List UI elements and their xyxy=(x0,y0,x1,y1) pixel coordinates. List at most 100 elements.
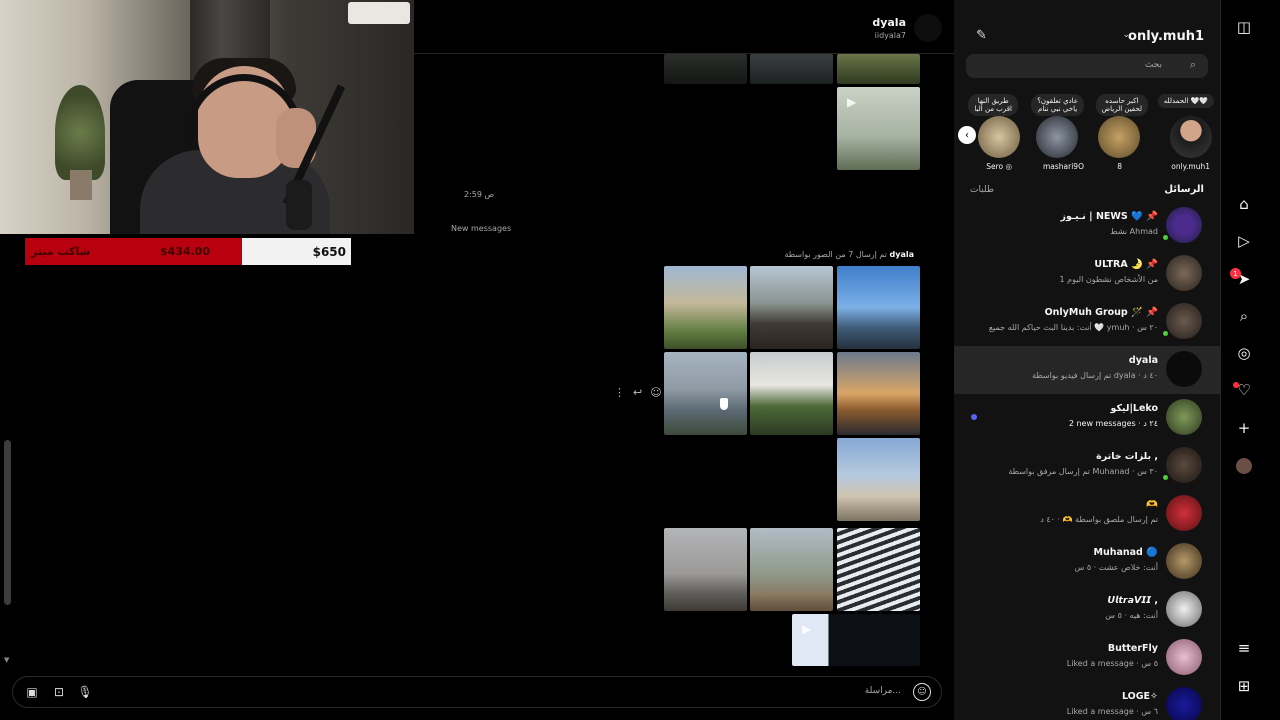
note-bubble: اكبر حاسده لحفين الرياض xyxy=(1095,94,1148,117)
conversation-item[interactable]: 🫶 تم إرسال ملصق بواسطة 🫶 · ٤٠ د xyxy=(954,490,1220,538)
search-icon[interactable]: ⌕ xyxy=(1235,307,1253,325)
avatar xyxy=(1166,591,1202,627)
grid-icon[interactable]: ⊞ xyxy=(1235,677,1253,695)
conversation-name: نـيـوز | NEWS 💙 📌 xyxy=(1060,211,1159,222)
conversation-item[interactable]: LOGE✧ Liked a message · ٦ س xyxy=(954,682,1220,720)
conversation-name: dyala xyxy=(1128,355,1158,366)
reels-icon[interactable]: ▷ xyxy=(1235,232,1253,250)
donation-progress: شاكت ميتر $434.00 xyxy=(25,238,242,265)
conversation-item[interactable]: OnlyMuh Group 🪄 📌 أنت: بدينا البث حياكم … xyxy=(954,298,1220,346)
conversation-item[interactable]: ليكو|Leko 2 new messages · ٢٤ د xyxy=(954,394,1220,442)
chat-photo[interactable] xyxy=(837,438,920,521)
chat-photo[interactable] xyxy=(750,352,833,435)
note-username: Sero ◎ xyxy=(986,162,1012,171)
account-switcher[interactable]: only.muh1 xyxy=(1128,29,1204,44)
note-bubble: الحمدلله 🤍🤍 xyxy=(1157,94,1214,109)
chat-photo[interactable] xyxy=(664,54,747,84)
donation-goal-amount: $650 xyxy=(312,244,346,259)
conversation-name: ButterFly xyxy=(1107,643,1158,654)
instagram-icon[interactable]: ◫ xyxy=(1235,18,1253,36)
conversation-item[interactable]: بلزات خاترة , تم إرسال مرفق بواسطة Muhan… xyxy=(954,442,1220,490)
chat-video[interactable]: ▶ xyxy=(792,614,920,666)
tab-requests[interactable]: طلبات xyxy=(970,185,994,195)
conversation-name: OnlyMuh Group 🪄 📌 xyxy=(1044,307,1158,318)
notification-dot xyxy=(1233,382,1239,388)
online-indicator xyxy=(1161,329,1170,338)
emoji-icon[interactable]: ☺ xyxy=(913,683,931,701)
new-message-icon[interactable]: ✎ xyxy=(976,28,992,44)
chat-photo[interactable] xyxy=(837,54,920,84)
avatar xyxy=(1166,399,1202,435)
message-input[interactable]: مراسلة... xyxy=(865,686,901,696)
reply-icon[interactable]: ↩ xyxy=(633,386,642,399)
avatar xyxy=(978,116,1020,158)
avatar xyxy=(1166,639,1202,675)
chat-contact-avatar[interactable] xyxy=(914,14,942,42)
microphone-icon[interactable]: 🎙 xyxy=(77,684,93,700)
menu-icon[interactable]: ≡ xyxy=(1235,639,1253,657)
donation-amount: $434.00 xyxy=(159,245,210,258)
search-placeholder: بحث xyxy=(1144,60,1162,70)
chat-photo[interactable] xyxy=(837,528,920,611)
chat-photo[interactable] xyxy=(750,266,833,349)
conversation-item[interactable]: Muhanad 🔵 أنت: خلاص عشت · ٥ س xyxy=(954,538,1220,586)
conversation-item[interactable]: 𝙐𝙡𝙩𝙧𝙖𝙑𝙄𝙄 , أنت: هيه · ٥ س xyxy=(954,586,1220,634)
chat-photo[interactable] xyxy=(664,266,747,349)
unread-dot xyxy=(971,414,977,420)
more-options-icon[interactable]: ⋮ xyxy=(614,386,625,399)
chat-photo[interactable] xyxy=(664,528,747,611)
conversation-preview: أنت: خلاص عشت · ٥ س xyxy=(1074,563,1158,572)
compass-icon[interactable]: ◎ xyxy=(1235,344,1253,362)
tab-messages[interactable]: الرسائل xyxy=(1164,184,1204,195)
messages-badge: 1 xyxy=(1230,268,1241,279)
profile-avatar[interactable] xyxy=(1236,458,1252,474)
conversation-preview: تم إرسال ملصق بواسطة 🫶 · ٤٠ د xyxy=(1040,515,1158,524)
chevron-left-icon[interactable]: ‹ xyxy=(958,126,976,144)
conversation-item-active[interactable]: dyala تم إرسال فيديو بواسطة dyala · ٤٠ د xyxy=(954,346,1220,394)
plus-icon[interactable]: + xyxy=(1235,419,1253,437)
conversation-preview: تم إرسال مرفق بواسطة Muhanad · ٣٠ س xyxy=(1008,467,1158,476)
conversation-preview: نشط Ahmad xyxy=(1110,227,1158,236)
sent-photos-note: تم إرسال 7 من الصور بواسطة dyala xyxy=(784,250,914,259)
online-indicator xyxy=(1161,233,1170,242)
note-bubble: عادي تعلقون؟ ياخي نبي ننام xyxy=(1031,94,1084,117)
chat-photo[interactable] xyxy=(664,352,747,435)
avatar xyxy=(1166,207,1202,243)
home-icon[interactable]: ⌂ xyxy=(1235,195,1253,213)
conversation-item[interactable]: نـيـوز | NEWS 💙 📌 نشط Ahmad xyxy=(954,202,1220,250)
avatar xyxy=(1170,116,1212,158)
donation-goal-bar: شاكت ميتر $434.00 $650 xyxy=(25,238,351,265)
chat-photo[interactable] xyxy=(837,266,920,349)
note-bubble: طريق النها اقرب من البا xyxy=(968,94,1018,117)
chat-contact-name[interactable]: dyala xyxy=(872,16,906,29)
react-emoji-icon[interactable]: ☺ xyxy=(650,386,661,399)
message-actions: ⋮ ↩ ☺ xyxy=(614,386,662,399)
note-username: 8 xyxy=(1117,162,1122,171)
image-icon[interactable]: ⊡ xyxy=(51,684,67,700)
chat-photo[interactable] xyxy=(837,352,920,435)
donation-label: شاكت ميتر xyxy=(31,245,91,258)
inbox-panel: ✎ ⌄ only.muh1 بحث ⌕ الحمدلله 🤍🤍 only.muh… xyxy=(954,0,1220,720)
conversation-item[interactable]: ButterFly Liked a message · ٥ س xyxy=(954,634,1220,682)
note-username: mashari9O xyxy=(1042,162,1084,171)
chat-video[interactable]: ▶ xyxy=(837,87,920,170)
search-input[interactable]: بحث ⌕ xyxy=(966,54,1208,78)
avatar xyxy=(1166,303,1202,339)
avatar xyxy=(1166,543,1202,579)
conversation-name: LOGE✧ xyxy=(1121,691,1158,702)
scrollbar[interactable] xyxy=(4,440,11,605)
conversation-name: 🫶 xyxy=(1146,499,1158,510)
chat-photo[interactable] xyxy=(750,54,833,84)
avatar xyxy=(1166,351,1202,387)
conversation-name: Muhanad 🔵 xyxy=(1093,547,1158,558)
search-icon: ⌕ xyxy=(1189,58,1196,71)
chat-photo[interactable] xyxy=(750,528,833,611)
scroll-down-arrow-icon[interactable]: ▼ xyxy=(4,656,9,664)
play-icon: ▶ xyxy=(802,622,812,636)
sent-note-text: تم إرسال 7 من الصور بواسطة xyxy=(784,250,887,259)
mouse-cursor xyxy=(720,398,728,410)
sticker-icon[interactable]: ▣ xyxy=(24,684,40,700)
conversation-item[interactable]: ULTRA 🌛 📌 1 من الأشخاص نشطون اليوم xyxy=(954,250,1220,298)
sent-note-user: dyala xyxy=(889,250,914,259)
message-composer[interactable]: مراسلة... ☺ ▣ ⊡ 🎙 xyxy=(12,676,942,708)
